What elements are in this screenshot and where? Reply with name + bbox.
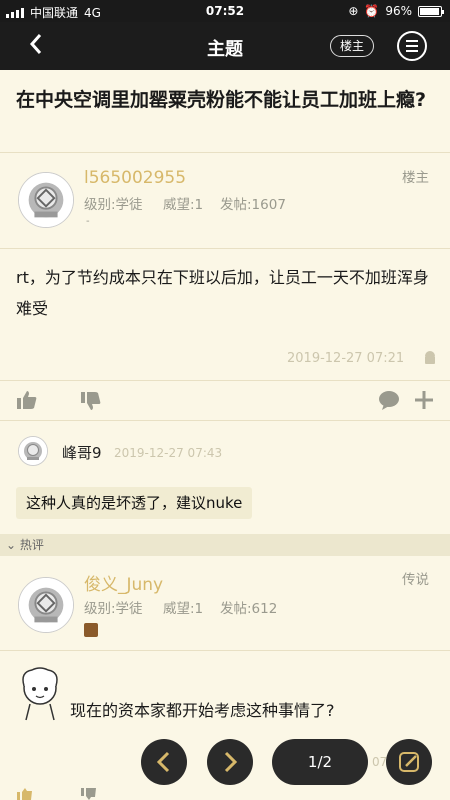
chevron-left-icon [156,751,170,773]
badge-icon [84,623,98,637]
avatar[interactable] [18,172,74,228]
divider [0,380,450,381]
reply2-username[interactable]: 俊义_Juny [84,570,163,595]
chevron-right-icon [224,751,238,773]
op-only-button[interactable]: 楼主 [330,35,374,57]
page-indicator-button[interactable]: 1/2 [272,739,368,785]
location-icon: ⊕ [348,4,359,18]
status-bar: 中国联通 4G 07:52 ⊕ ⏰ 96% [0,0,450,22]
op-post-count: 发帖:1607 [220,197,286,213]
plus-icon[interactable] [414,390,434,410]
hot-comments-header[interactable]: ⌄ 热评 [0,534,450,556]
prev-page-button[interactable] [141,739,187,785]
alarm-icon: ⏰ [364,4,380,18]
diving-helmet-icon [19,437,47,465]
op-role-tag: 楼主 [402,170,429,186]
op-level: 级别:学徒 [84,197,143,213]
thumbs-up-icon[interactable] [16,390,38,410]
reply2-post-count: 发帖:612 [220,601,278,617]
op-content: rt，为了节约成本只在下班以后加，让员工一天不加班浑身难受 [16,268,429,318]
reply-timestamp: 2019-12-27 07:43 [114,446,223,460]
hot-label: 热评 [19,538,44,552]
avatar[interactable] [18,436,48,466]
partial-timestamp: 07 [372,755,388,769]
thumbs-down-icon[interactable] [80,391,102,411]
divider [0,152,450,153]
op-prestige: 威望:1 [163,197,204,213]
reply2-content: 现在的资本家都开始考虑这种事情了? [70,701,335,720]
divider [0,248,450,249]
reply-content: 这种人真的是坏透了，建议nuke [16,487,253,519]
compose-button[interactable] [386,739,432,785]
topic-title: 在中央空调里加罂粟壳粉能不能让员工加班上瘾? [16,89,427,111]
op-username[interactable]: l565002955 [84,168,186,188]
page-title: 主题 [207,39,243,60]
reply-username[interactable]: 峰哥9 [62,442,102,463]
battery-icon [418,5,444,17]
thumbs-down-icon[interactable] [80,788,98,800]
battery-percent: 96% [385,4,412,18]
reply2-role-tag: 传说 [402,572,429,588]
chevron-down-icon: ⌄ [6,538,17,552]
diving-helmet-icon [19,173,73,227]
reply2-prestige: 威望:1 [163,601,204,617]
op-timestamp: 2019-12-27 07:21 [287,351,405,366]
divider [0,650,450,651]
menu-button[interactable] [397,31,427,61]
edit-icon [399,752,419,772]
next-page-button[interactable] [207,739,253,785]
nav-bar: 主题 楼主 [0,22,450,70]
anime-girl-sticker-icon [22,667,58,721]
divider [0,420,450,421]
diving-helmet-icon [19,578,73,632]
thumbs-up-icon[interactable] [16,788,34,800]
avatar[interactable] [18,577,74,633]
android-icon [425,351,435,364]
reply2-level: 级别:学徒 [84,601,143,617]
comment-icon[interactable] [378,389,400,411]
op-signature: - [86,216,90,227]
